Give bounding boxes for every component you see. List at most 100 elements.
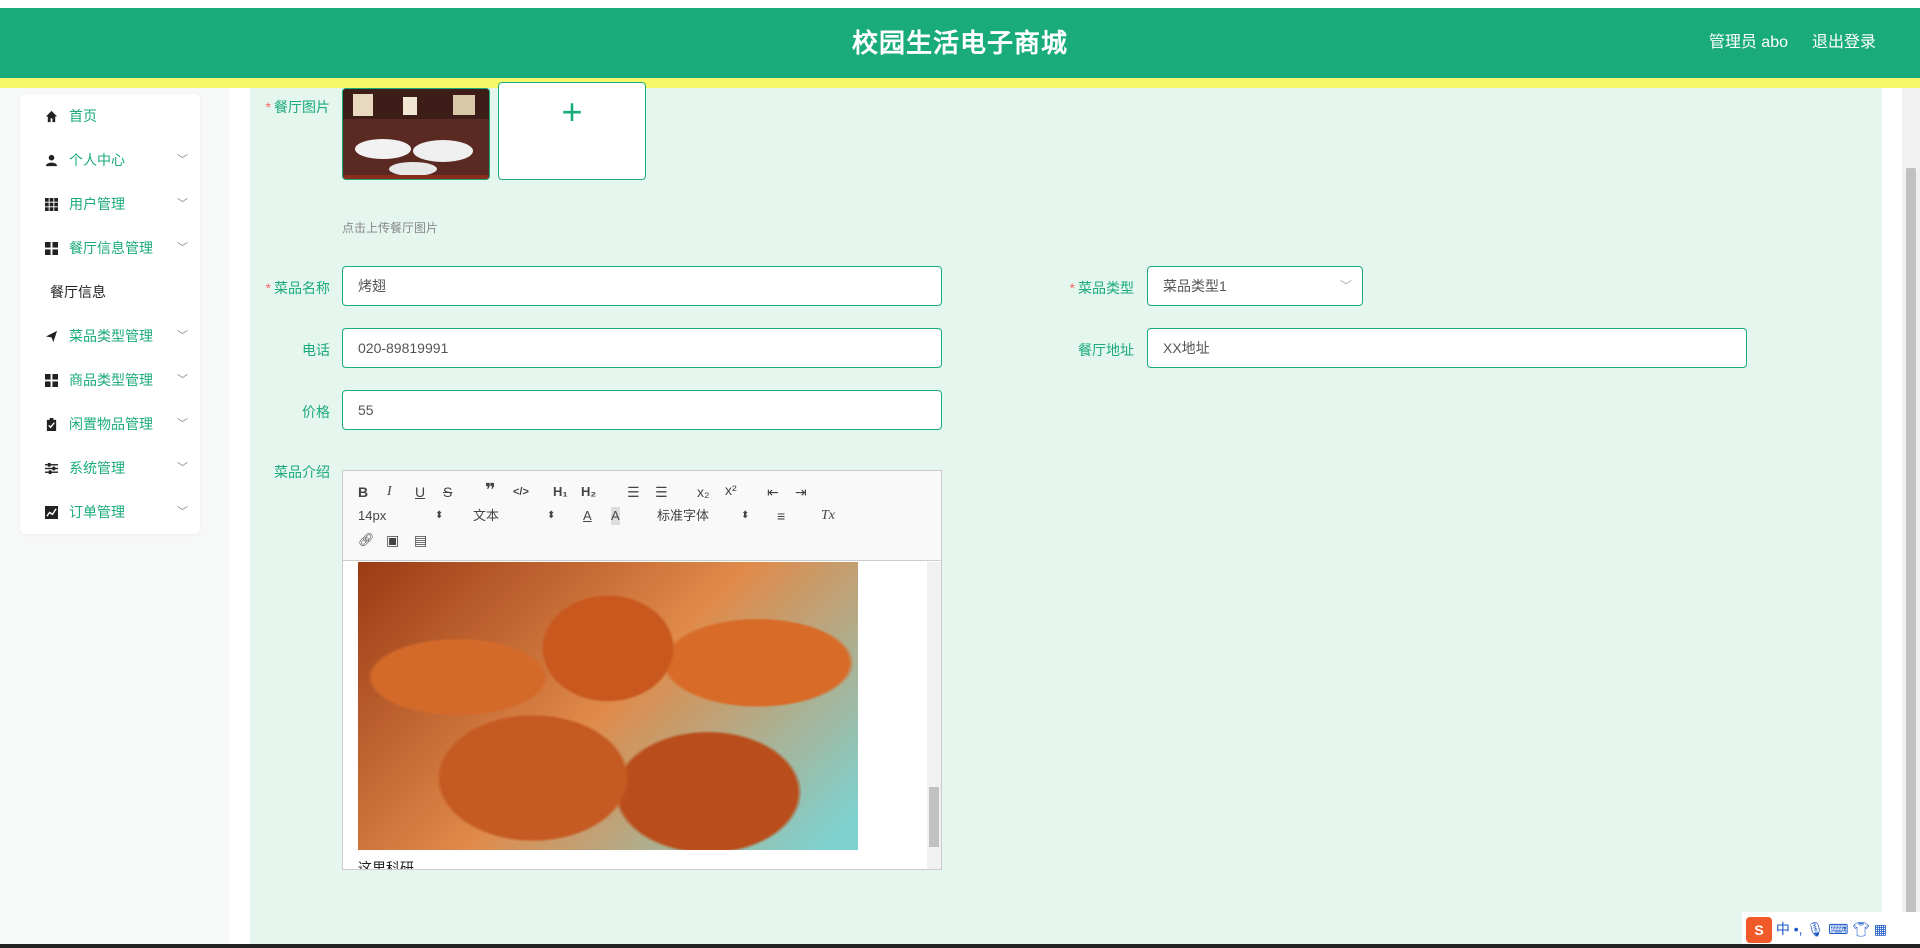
- chevron-down-icon: ﹀: [177, 242, 188, 254]
- rich-text-editor[interactable]: B I U S ❞ </> H₁ H₂ ☰ ☰ x₂ x² ⇤ ⇥ 14px ⬍…: [342, 470, 942, 870]
- chevron-updown-icon: ⬍: [547, 510, 556, 521]
- chevron-down-icon: ﹀: [177, 462, 188, 474]
- punctuation-icon[interactable]: •,: [1794, 921, 1803, 937]
- superscript-icon[interactable]: x²: [725, 481, 737, 499]
- page-scrollbar-thumb[interactable]: [1906, 168, 1916, 928]
- current-user: 管理员 abo: [1708, 34, 1788, 51]
- dish-name-label: * 菜品名称: [265, 280, 330, 296]
- italic-icon[interactable]: I: [387, 483, 392, 501]
- clear-format-icon[interactable]: Tx: [821, 507, 835, 525]
- sidebar-item-home[interactable]: 首页: [20, 94, 200, 138]
- align-icon[interactable]: ≡: [777, 507, 785, 525]
- ime-mode[interactable]: 中: [1776, 921, 1790, 937]
- underline-icon[interactable]: U: [415, 483, 425, 501]
- upload-image-button[interactable]: +: [498, 82, 646, 180]
- price-field[interactable]: 55: [342, 390, 942, 430]
- apps-icon: [45, 242, 58, 255]
- sidebar-menu: 首页 个人中心 ﹀ 用户管理 ﹀ 餐厅信息管理 ﹀ 餐厅信息 菜品类型管理 ﹀ …: [20, 94, 200, 534]
- strikethrough-icon[interactable]: S: [443, 483, 452, 501]
- sidebar-item-label: 闲置物品管理: [69, 416, 153, 432]
- header-accent-bar: [0, 78, 1920, 88]
- taskbar-edge: [0, 944, 1920, 948]
- chevron-updown-icon: ⬍: [741, 510, 750, 521]
- chevron-down-icon: ﹀: [177, 418, 188, 430]
- sidebar-item-label: 菜品类型管理: [69, 328, 153, 344]
- blockquote-icon[interactable]: ❞: [485, 481, 496, 499]
- subscript-icon[interactable]: x₂: [697, 483, 709, 501]
- indent-icon[interactable]: ⇥: [795, 483, 807, 501]
- dish-name-field[interactable]: 烤翅: [342, 266, 942, 306]
- dish-type-value: 菜品类型1: [1163, 278, 1227, 294]
- sidebar-item-label: 首页: [69, 108, 97, 124]
- page-scrollbar[interactable]: [1902, 88, 1920, 948]
- sidebar-item-label: 餐厅信息管理: [69, 240, 153, 256]
- logout-link[interactable]: 退出登录: [1812, 8, 1876, 78]
- font-family-select[interactable]: 标准字体: [657, 507, 709, 525]
- uploaded-restaurant-image[interactable]: [342, 88, 490, 180]
- sidebar-item-label: 系统管理: [69, 460, 125, 476]
- apps-grid-icon[interactable]: ▦: [1874, 921, 1887, 937]
- chevron-updown-icon: ⬍: [435, 510, 444, 521]
- ime-toolbar[interactable]: S 中 •, 🎙︎ ⌨︎ 👕︎ ▦: [1742, 912, 1920, 946]
- editor-content[interactable]: 这里科研: [343, 562, 927, 869]
- sidebar-item-user-management[interactable]: 用户管理 ﹀: [20, 182, 200, 226]
- video-icon[interactable]: ▤: [414, 531, 427, 549]
- user-icon: [45, 154, 58, 167]
- phone-label: 电话: [302, 342, 330, 358]
- link-icon[interactable]: 🔗︎: [358, 531, 375, 549]
- chevron-down-icon: ﹀: [177, 506, 188, 518]
- microphone-icon[interactable]: 🎙︎: [1806, 921, 1824, 937]
- restaurant-photo-icon: [343, 89, 489, 179]
- sidebar-item-order-management[interactable]: 订单管理 ﹀: [20, 490, 200, 534]
- font-family-value: 标准字体: [657, 508, 710, 523]
- code-block-icon[interactable]: </>: [513, 483, 529, 501]
- editor-scrollbar-thumb[interactable]: [929, 787, 939, 847]
- app-header: 校园生活电子商城 管理员 abo 退出登录: [0, 8, 1920, 78]
- dish-type-select[interactable]: 菜品类型1 ﹀: [1147, 266, 1363, 306]
- skin-icon[interactable]: 👕︎: [1852, 921, 1870, 937]
- sidebar-item-idle-items-management[interactable]: 闲置物品管理 ﹀: [20, 402, 200, 446]
- window-top-strip: [0, 0, 1920, 8]
- grid-icon: [45, 198, 58, 211]
- upload-hint: 点击上传餐厅图片: [342, 221, 439, 235]
- editor-toolbar: B I U S ❞ </> H₁ H₂ ☰ ☰ x₂ x² ⇤ ⇥ 14px ⬍…: [343, 471, 941, 561]
- sidebar-subitem-restaurant-info[interactable]: 餐厅信息: [20, 270, 200, 314]
- sidebar-item-personal-center[interactable]: 个人中心 ﹀: [20, 138, 200, 182]
- font-color-icon[interactable]: A: [583, 507, 592, 525]
- address-field[interactable]: XX地址: [1147, 328, 1747, 368]
- editor-scrollbar[interactable]: [927, 562, 941, 869]
- sidebar-item-dish-type-management[interactable]: 菜品类型管理 ﹀: [20, 314, 200, 358]
- address-label: 餐厅地址: [1078, 342, 1134, 358]
- dish-type-label: * 菜品类型: [1069, 280, 1134, 296]
- app-title: 校园生活电子商城: [851, 28, 1068, 58]
- sidebar-item-label: 订单管理: [69, 504, 125, 520]
- font-size-select[interactable]: 14px: [358, 507, 386, 525]
- outdent-icon[interactable]: ⇤: [767, 483, 779, 501]
- chevron-down-icon: ﹀: [177, 374, 188, 386]
- sogou-logo-icon: S: [1746, 917, 1772, 944]
- sliders-icon: [45, 462, 58, 475]
- heading2-icon[interactable]: H₂: [581, 483, 596, 501]
- bullet-list-icon[interactable]: ☰: [655, 483, 668, 501]
- editor-text: 这里科研: [358, 860, 414, 869]
- phone-field[interactable]: 020-89819991: [342, 328, 942, 368]
- keyboard-icon[interactable]: ⌨︎: [1828, 921, 1848, 937]
- text-type-select[interactable]: 文本: [473, 507, 499, 525]
- apps-icon: [45, 374, 58, 387]
- clipboard-icon: [46, 418, 57, 431]
- sidebar-item-system-management[interactable]: 系统管理 ﹀: [20, 446, 200, 490]
- sidebar-item-label: 个人中心: [69, 152, 125, 168]
- ordered-list-icon[interactable]: ☰: [627, 483, 640, 501]
- plus-icon: +: [561, 91, 583, 132]
- image-icon[interactable]: ▣: [386, 531, 399, 549]
- sidebar-item-restaurant-management[interactable]: 餐厅信息管理 ﹀: [20, 226, 200, 270]
- chevron-down-icon: ﹀: [177, 198, 188, 210]
- chart-icon: [45, 506, 58, 519]
- heading1-icon[interactable]: H₁: [553, 483, 568, 501]
- font-size-value: 14px: [358, 508, 387, 523]
- bold-icon[interactable]: B: [358, 483, 368, 501]
- background-color-icon[interactable]: A: [611, 507, 620, 525]
- sidebar-item-product-type-management[interactable]: 商品类型管理 ﹀: [20, 358, 200, 402]
- dish-intro-label: 菜品介绍: [274, 464, 330, 480]
- send-icon: [45, 330, 58, 343]
